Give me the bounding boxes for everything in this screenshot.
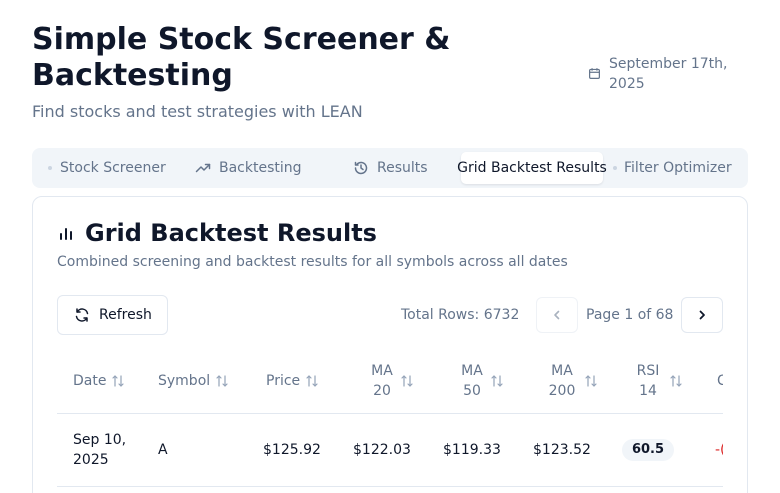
page-indicator: Page 1 of 68: [586, 307, 674, 323]
refresh-icon: [75, 308, 89, 322]
rsi-badge: 60.5: [622, 439, 674, 461]
history-icon: [354, 161, 368, 175]
next-page-button[interactable]: [681, 297, 723, 333]
refresh-label: Refresh: [99, 307, 152, 323]
page-header: Simple Stock Screener & Backtesting Find…: [32, 22, 748, 122]
dot-icon: [48, 166, 52, 170]
main-tabs: Stock Screener Backtesting Results Grid …: [32, 148, 748, 188]
column-label: RSI 14: [636, 363, 660, 399]
column-label: MA 50: [461, 363, 483, 399]
calendar-icon: [589, 68, 600, 79]
page-subtitle: Find stocks and test strategies with LEA…: [32, 102, 363, 121]
row-divider: [57, 486, 723, 487]
tab-results[interactable]: Results: [353, 152, 428, 184]
refresh-button[interactable]: Refresh: [57, 295, 168, 335]
chevron-right-icon: [699, 310, 705, 320]
cell-ma20: $122.03: [353, 442, 411, 458]
trending-up-icon: [195, 163, 211, 173]
previous-page-button[interactable]: [536, 297, 578, 333]
cell-date: Sep 10, 2025: [73, 432, 127, 468]
column-label: MA 20: [371, 363, 393, 399]
sort-icon: [670, 375, 682, 387]
column-header-symbol[interactable]: Symbol: [158, 361, 229, 401]
sort-icon: [585, 375, 597, 387]
current-date: September 17th, 2025: [588, 54, 748, 96]
column-header-price[interactable]: Price: [266, 361, 319, 401]
tab-label: Backtesting: [219, 160, 302, 176]
column-header-ma20[interactable]: MA 20: [369, 361, 414, 401]
grid-results-card: Grid Backtest Results Combined screening…: [32, 196, 748, 493]
column-label: MA 200: [548, 363, 576, 399]
tab-grid-backtest-results[interactable]: Grid Backtest Results: [457, 152, 607, 184]
cell-ma200: $123.52: [533, 442, 591, 458]
column-label: Price: [266, 373, 301, 389]
sort-icon: [491, 375, 503, 387]
sort-icon: [306, 375, 318, 387]
card-title: Grid Backtest Results: [85, 219, 377, 247]
date-text: September 17th, 2025: [609, 56, 728, 92]
sort-icon: [401, 375, 413, 387]
column-header-date[interactable]: Date: [73, 361, 125, 401]
tab-label: Grid Backtest Results: [457, 160, 607, 176]
results-table: Date Symbol Price MA 20 MA 50 MA 200 RSI…: [57, 347, 723, 493]
tab-label: Filter Optimizer: [624, 160, 732, 176]
chevron-left-icon: [554, 310, 560, 320]
tab-filter-optimizer[interactable]: Filter Optimizer: [613, 152, 732, 184]
total-rows: Total Rows: 6732: [401, 307, 520, 323]
tab-label: Stock Screener: [60, 160, 166, 176]
cell-ma50: $119.33: [443, 442, 501, 458]
header-divider: [57, 413, 723, 414]
sort-icon: [112, 375, 125, 387]
card-heading: Grid Backtest Results: [57, 217, 377, 249]
tab-backtesting[interactable]: Backtesting: [195, 152, 302, 184]
tab-stock-screener[interactable]: Stock Screener: [48, 152, 166, 184]
dot-icon: [613, 166, 617, 170]
page-title: Simple Stock Screener & Backtesting: [32, 22, 451, 93]
cell-symbol: A: [158, 442, 168, 458]
column-header-ma50[interactable]: MA 50: [459, 361, 504, 401]
sort-icon: [216, 375, 228, 387]
column-label: Date: [73, 373, 107, 389]
column-label: Symbol: [158, 373, 211, 389]
column-header-rsi14[interactable]: RSI 14: [632, 361, 683, 401]
cell-next: -(: [715, 442, 723, 458]
column-header-next[interactable]: C: [717, 361, 723, 401]
tab-label: Results: [377, 160, 428, 176]
column-header-ma200[interactable]: MA 200: [545, 361, 598, 401]
card-description: Combined screening and backtest results …: [57, 254, 568, 270]
bar-chart-icon: [60, 228, 72, 240]
column-label: C: [717, 371, 723, 391]
cell-price: $125.92: [263, 442, 321, 458]
